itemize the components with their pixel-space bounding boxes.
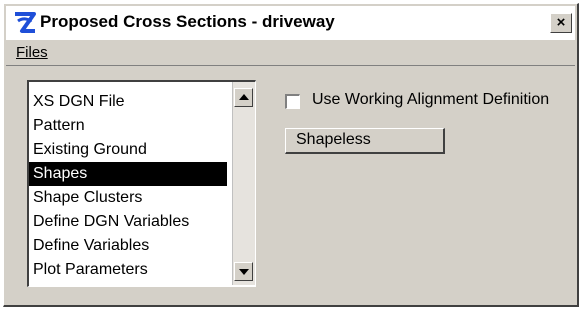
close-icon: ×	[556, 14, 566, 31]
geopak-app-icon	[12, 10, 38, 36]
shape-type-option-button[interactable]: Shapeless	[285, 128, 445, 154]
list-item[interactable]: Existing Ground	[29, 138, 227, 162]
menu-files[interactable]: Files	[16, 44, 48, 61]
section-list-items: XS DGN File Pattern Existing Ground Shapes S…	[29, 90, 227, 282]
menu-files-label: Files	[16, 44, 48, 61]
close-button[interactable]: ×	[550, 13, 572, 33]
section-list[interactable]: XS DGN File Pattern Existing Ground Shapes S…	[27, 80, 256, 287]
list-item[interactable]: Pattern	[29, 114, 227, 138]
menu-bar: Files	[6, 41, 575, 66]
list-item[interactable]: Define Variables	[29, 234, 227, 258]
list-item[interactable]: Shape Clusters	[29, 186, 227, 210]
list-item[interactable]: Shapes	[29, 162, 227, 186]
window-title: Proposed Cross Sections - driveway	[40, 12, 335, 31]
list-item[interactable]: Define DGN Variables	[29, 210, 227, 234]
title-bar: Proposed Cross Sections - driveway ×	[6, 6, 575, 40]
list-scrollbar[interactable]	[232, 82, 255, 285]
use-working-alignment-label[interactable]: Use Working Alignment Definition	[312, 91, 549, 109]
list-item[interactable]: XS DGN File	[29, 90, 227, 114]
scroll-up-button[interactable]	[234, 88, 253, 107]
arrow-down-icon	[239, 269, 249, 275]
arrow-up-icon	[239, 94, 249, 100]
list-item[interactable]: Plot Parameters	[29, 258, 227, 282]
use-working-alignment-checkbox[interactable]	[285, 94, 300, 109]
scroll-down-button[interactable]	[234, 262, 253, 281]
